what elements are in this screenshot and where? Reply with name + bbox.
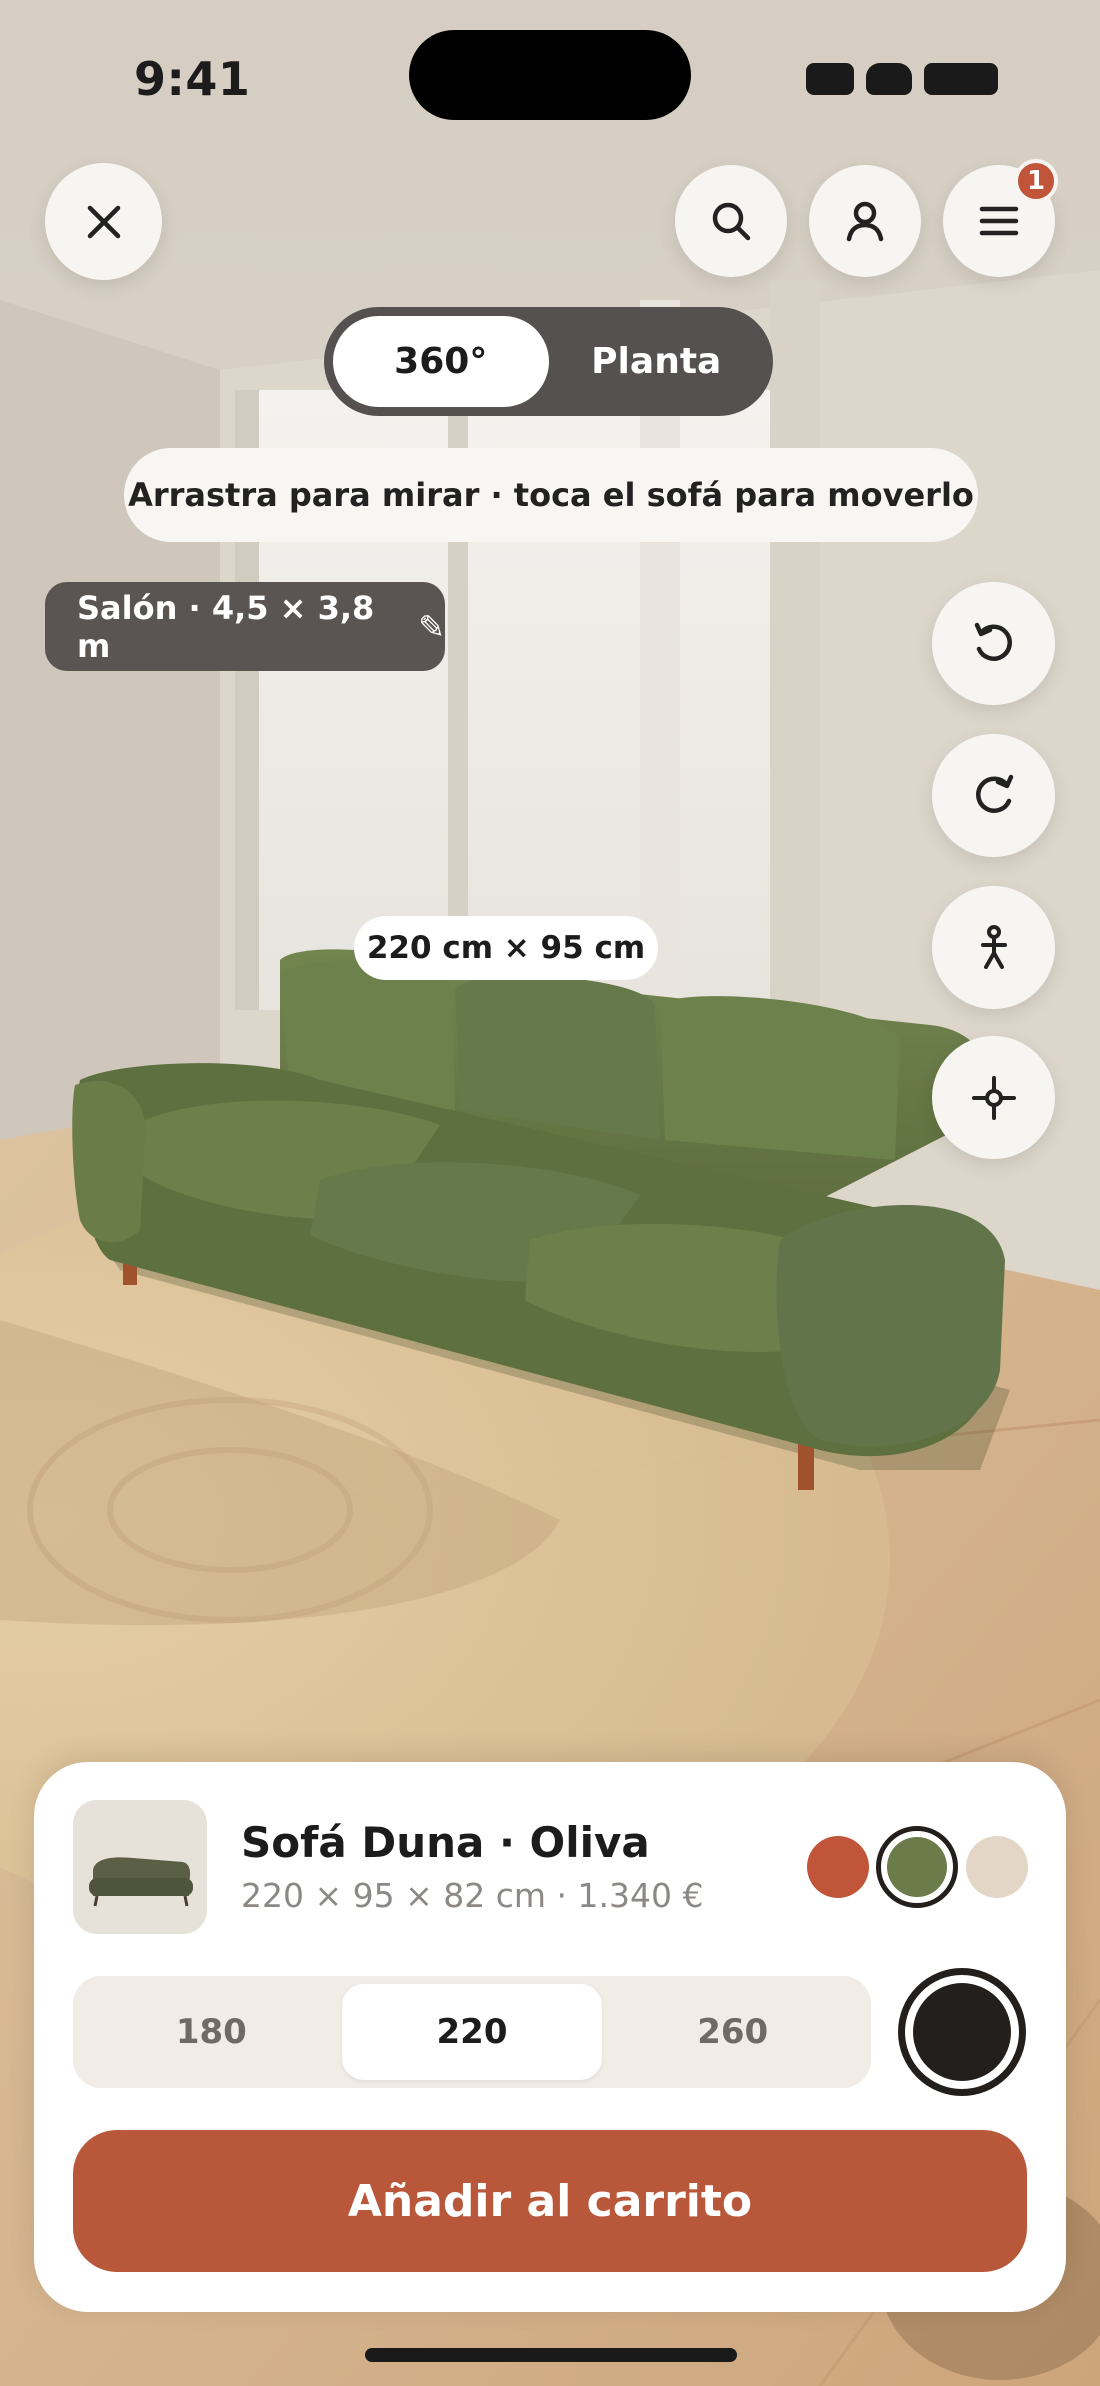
color-swatch-terracotta[interactable] [807, 1836, 869, 1898]
user-icon [846, 201, 884, 242]
search-icon [712, 202, 751, 241]
edit-pencil-icon: ✎ [418, 607, 445, 646]
product-thumbnail[interactable] [73, 1800, 207, 1934]
signal-icon [806, 63, 854, 95]
person-scale-button[interactable] [932, 886, 1055, 1009]
battery-icon [924, 63, 998, 95]
color-swatch-arena[interactable] [966, 1836, 1028, 1898]
notification-badge: 1 [1014, 159, 1058, 203]
interaction-hint: Arrastra para mirar · toca el sofá para … [124, 448, 978, 542]
hamburger-menu-icon [979, 206, 1019, 236]
profile-button[interactable] [809, 165, 921, 277]
recenter-button[interactable] [932, 1036, 1055, 1159]
product-sheet: Sofá Duna · Oliva 220 × 95 × 82 cm · 1.3… [34, 1762, 1066, 2312]
rotate-left-button[interactable] [932, 582, 1055, 705]
color-swatch-dark[interactable] [898, 1968, 1026, 2096]
add-to-cart-button[interactable]: Añadir al carrito [73, 2130, 1027, 2272]
view-mode-toggle[interactable]: 360° Planta [324, 307, 773, 416]
rotate-left-icon [974, 622, 1012, 661]
color-swatch-oliva-fill [887, 1837, 947, 1897]
size-selector[interactable]: 180 220 260 [73, 1976, 871, 2088]
rotate-right-button[interactable] [932, 734, 1055, 857]
close-button[interactable] [45, 163, 162, 280]
sofa-thumbnail-image [73, 1800, 207, 1934]
dynamic-island [409, 30, 691, 120]
sofa-dimension-tag: 220 cm × 95 cm [354, 916, 658, 980]
size-option-260[interactable]: 260 [602, 1984, 863, 2080]
wifi-icon [866, 63, 912, 95]
rotate-right-icon [975, 774, 1013, 813]
menu-button[interactable]: 1 [943, 159, 1058, 277]
search-button[interactable] [675, 165, 787, 277]
status-time: 9:41 [134, 52, 251, 106]
person-scale-icon [980, 924, 1007, 969]
product-name: Sofá Duna · Oliva [241, 1818, 650, 1867]
room-dimensions-button[interactable]: Salón · 4,5 × 3,8 m ✎ [45, 582, 445, 671]
product-meta: 220 × 95 × 82 cm · 1.340 € [241, 1876, 704, 1915]
home-indicator[interactable] [365, 2348, 737, 2362]
status-icons [806, 63, 998, 95]
view-option-planta[interactable]: Planta [549, 316, 765, 407]
color-swatch-dark-fill [913, 1983, 1011, 2081]
room-label: Salón · 4,5 × 3,8 m [77, 588, 375, 665]
close-icon [87, 205, 120, 238]
view-option-360[interactable]: 360° [333, 316, 549, 407]
recenter-icon [971, 1075, 1016, 1120]
color-swatch-oliva[interactable] [876, 1826, 958, 1908]
size-option-220[interactable]: 220 [341, 1984, 603, 2080]
size-option-180[interactable]: 180 [81, 1984, 342, 2080]
